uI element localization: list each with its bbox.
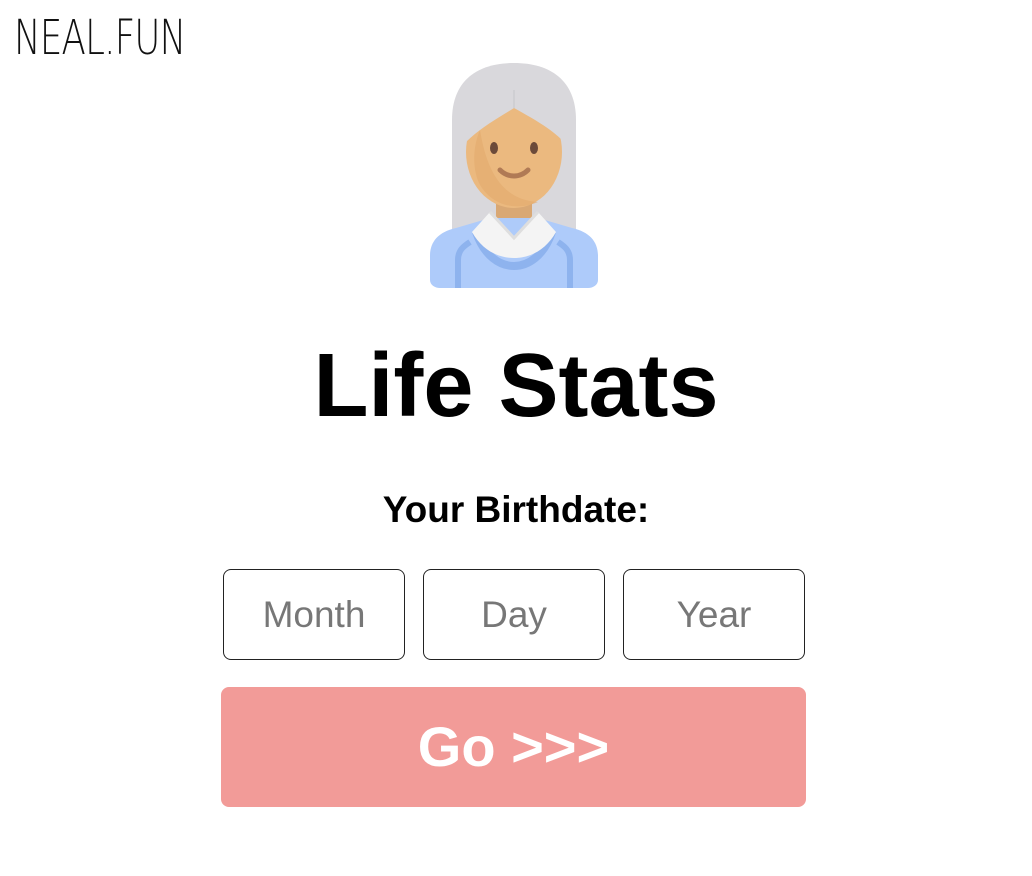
site-logo-text: NEAL.FUN — [14, 10, 186, 66]
month-input[interactable] — [223, 569, 405, 660]
page-title: Life Stats — [313, 336, 719, 436]
site-logo-link[interactable]: NEAL.FUN — [14, 10, 246, 66]
day-input[interactable] — [423, 569, 605, 660]
go-button[interactable]: Go >>> — [221, 687, 806, 807]
year-input[interactable] — [623, 569, 805, 660]
birthdate-label: Your Birthdate: — [382, 489, 650, 530]
grandmother-avatar-icon — [430, 63, 598, 288]
